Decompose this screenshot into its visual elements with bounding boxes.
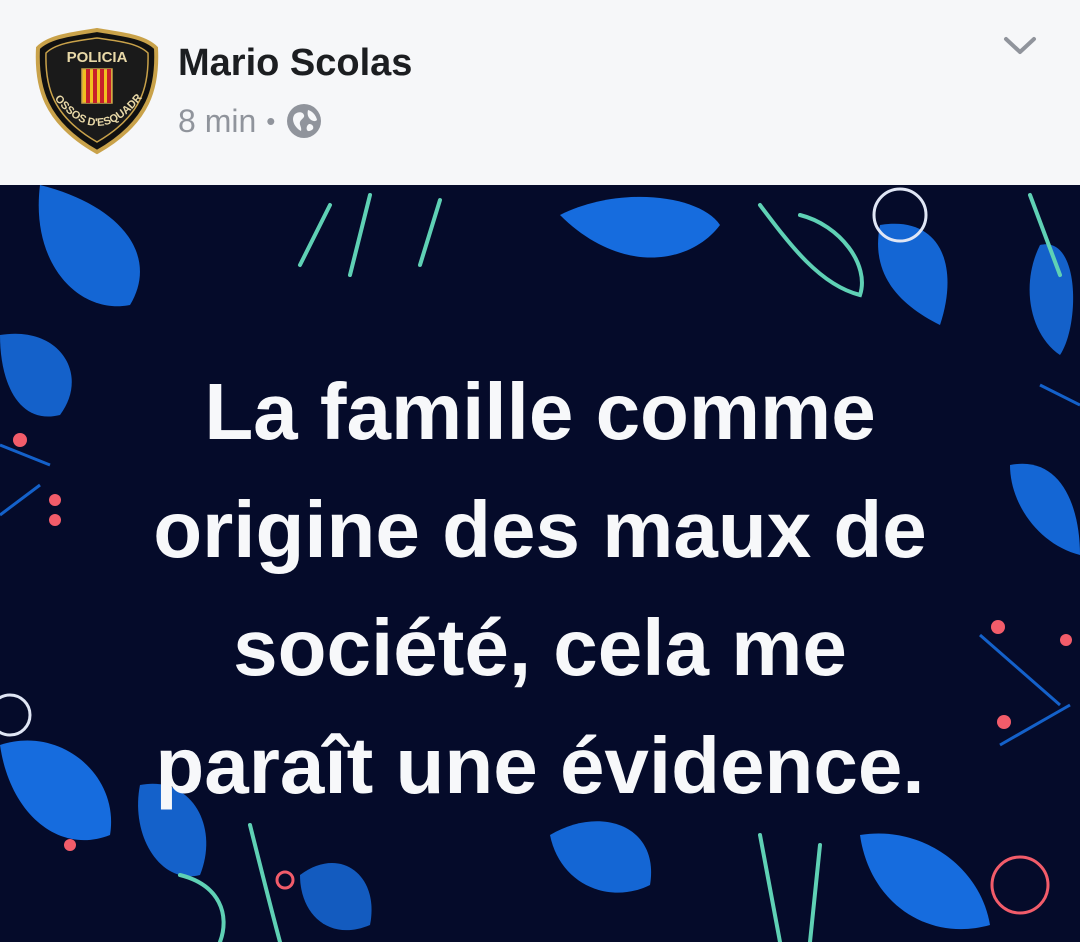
police-badge-avatar: POLICIA MOSSOS D'ESQUADRA (32, 26, 159, 155)
post-meta: 8 min • (178, 100, 323, 142)
author-name[interactable]: Mario Scolas (178, 40, 412, 86)
post-text-line: origine des maux de (153, 485, 927, 574)
timestamp[interactable]: 8 min (178, 103, 256, 140)
post-text-line: paraît une évidence. (155, 721, 925, 810)
post-header: POLICIA MOSSOS D'ESQUADRA Mario Scolas 8… (0, 0, 1080, 185)
avatar[interactable]: POLICIA MOSSOS D'ESQUADRA (32, 26, 162, 156)
post-message: La famille comme origine des maux de soc… (100, 353, 980, 825)
post-text-line: La famille comme (204, 367, 876, 456)
post-background-card: La famille comme origine des maux de soc… (0, 185, 1080, 942)
chevron-down-icon (1004, 37, 1036, 54)
badge-top-text: POLICIA (67, 49, 128, 66)
post-menu-button[interactable] (998, 28, 1042, 64)
globe-icon[interactable] (285, 102, 323, 140)
meta-separator: • (266, 106, 276, 136)
post-text-line: société, cela me (233, 603, 847, 692)
